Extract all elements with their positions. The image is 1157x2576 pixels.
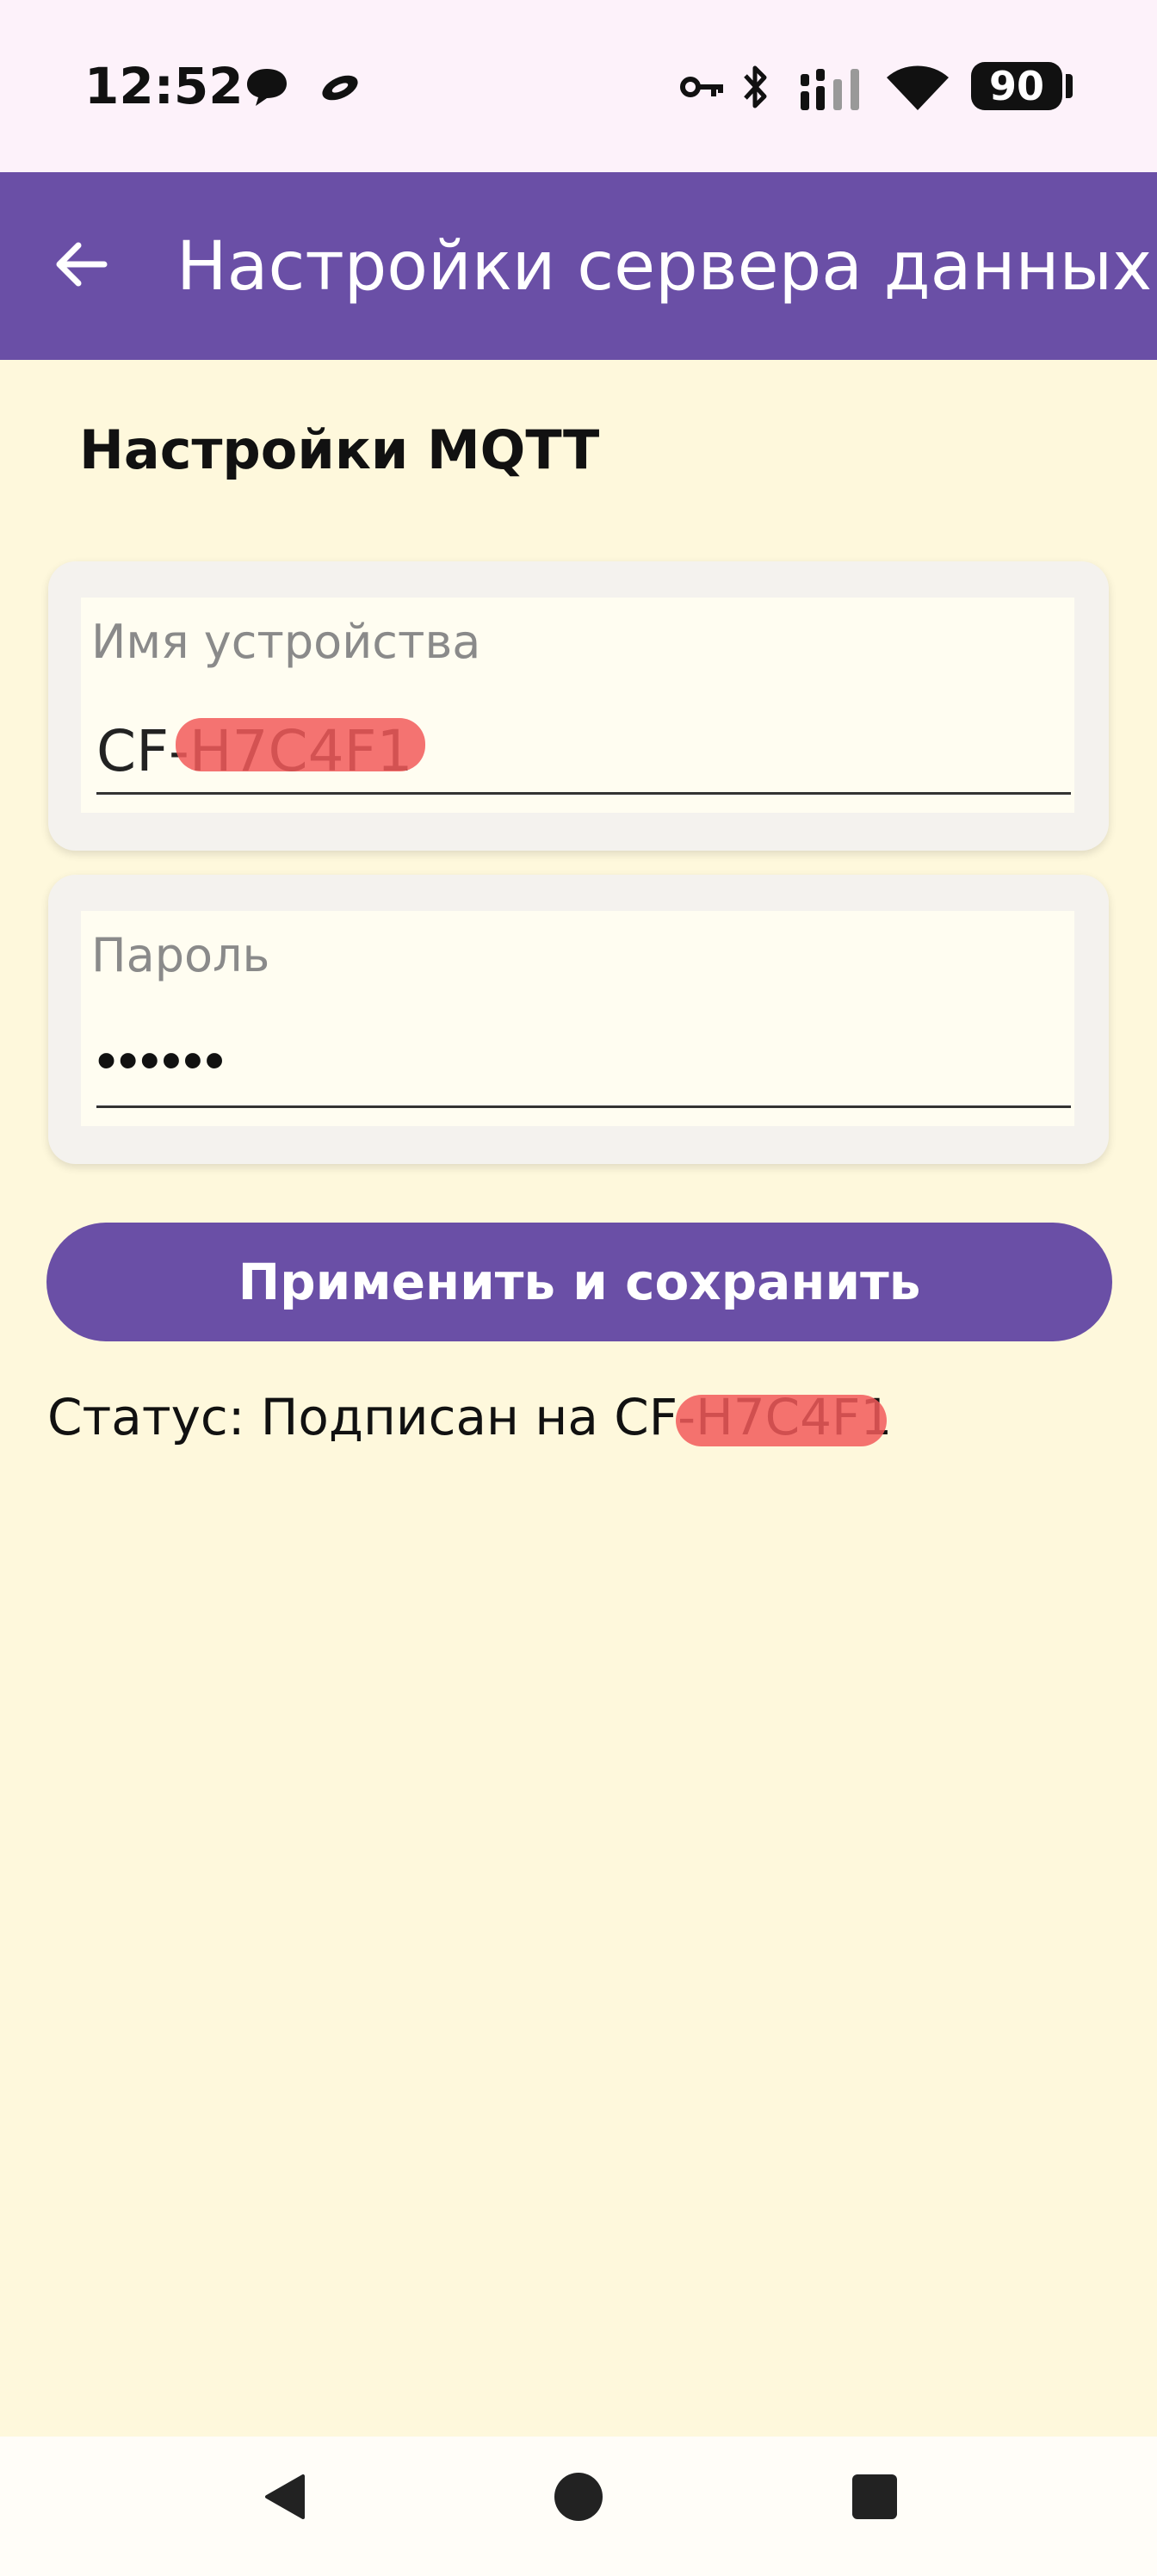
password-field[interactable]: Пароль •••••• — [81, 911, 1074, 1126]
section-title: Настройки MQTT — [79, 418, 600, 481]
redaction-mark — [176, 718, 425, 771]
nav-home-button[interactable] — [535, 2454, 622, 2540]
wifi-icon — [887, 65, 949, 110]
nav-recents-button[interactable] — [832, 2454, 918, 2540]
navigation-bar — [0, 2437, 1157, 2576]
battery-tip — [1066, 74, 1073, 98]
nav-home-icon — [554, 2473, 603, 2521]
nav-recents-icon — [852, 2474, 897, 2519]
signal-icon — [801, 69, 859, 110]
nav-back-button[interactable] — [241, 2454, 327, 2540]
password-underline — [96, 1105, 1071, 1108]
status-time: 12:52 — [84, 57, 244, 115]
nav-back-icon — [265, 2474, 305, 2519]
page-title: Настройки сервера данных — [176, 228, 1153, 306]
status-redaction-mark — [676, 1395, 887, 1446]
device-name-card: Имя устройства — [48, 561, 1109, 851]
apply-save-button[interactable]: Применить и сохранить — [46, 1223, 1112, 1341]
device-name-field[interactable]: Имя устройства — [81, 598, 1074, 813]
chat-bubble-icon — [247, 69, 287, 106]
device-name-underline — [96, 792, 1071, 795]
password-label: Пароль — [91, 928, 270, 982]
arrow-back-icon — [56, 242, 108, 287]
status-bar: 12:52 90 — [0, 0, 1157, 172]
password-card: Пароль •••••• — [48, 875, 1109, 1164]
notification-icon — [322, 75, 358, 101]
device-name-label: Имя устройства — [91, 615, 481, 669]
bluetooth-icon — [744, 65, 767, 108]
vpn-key-icon — [680, 77, 723, 97]
back-button[interactable] — [41, 226, 119, 303]
battery-icon: 90 — [971, 62, 1062, 110]
password-input[interactable]: •••••• — [96, 1027, 226, 1093]
